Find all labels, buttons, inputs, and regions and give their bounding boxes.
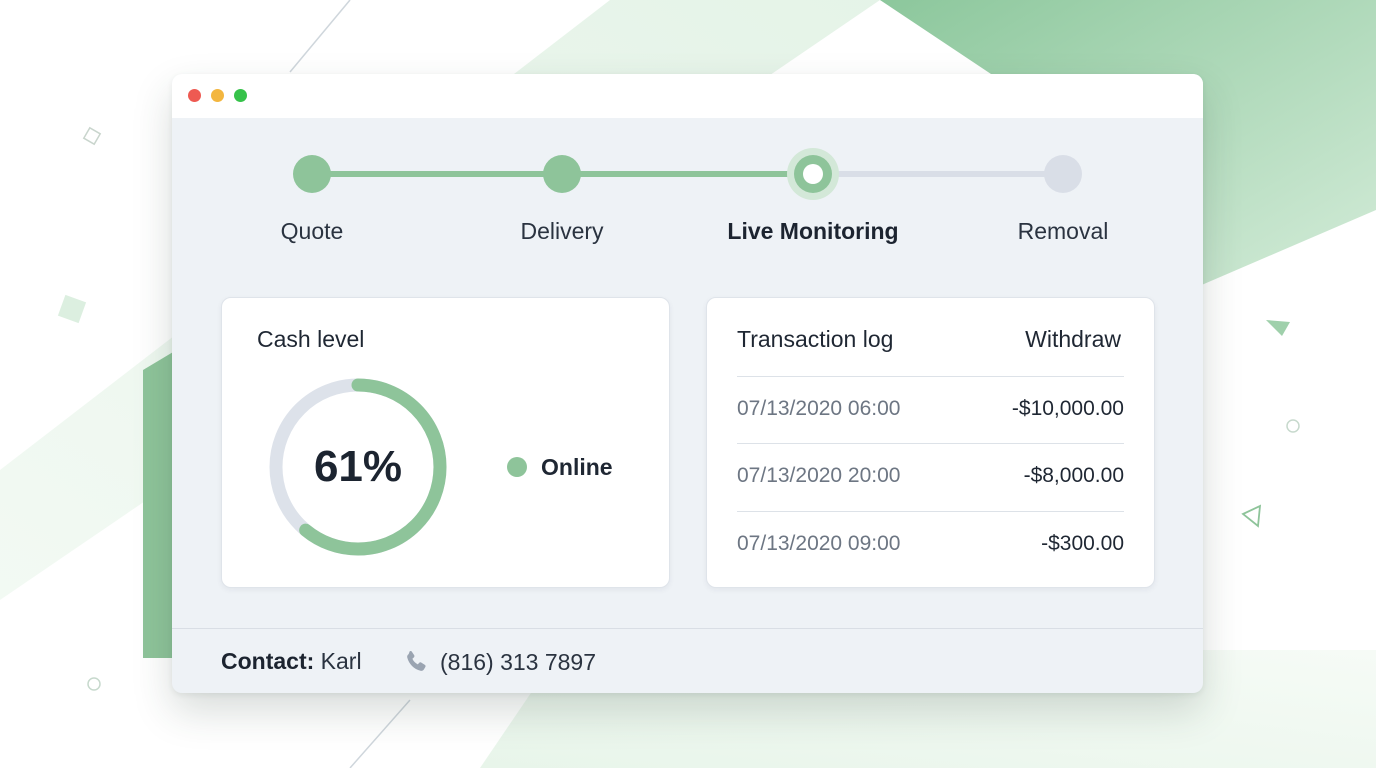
contact-label: Contact: [221, 648, 315, 674]
cash-level-gauge: 61% [266, 375, 450, 559]
cash-level-value: 61% [313, 442, 403, 491]
step-node-removal[interactable] [1044, 155, 1082, 193]
step-label-removal[interactable]: Removal [953, 218, 1173, 245]
transaction-time: 07/13/2020 20:00 [737, 464, 901, 487]
step-node-live-monitoring[interactable] [787, 148, 839, 200]
table-row: 07/13/2020 06:00 -$10,000.00 [737, 376, 1124, 444]
step-node-delivery[interactable] [543, 155, 581, 193]
status-dot-icon [507, 457, 527, 477]
transaction-amount: -$10,000.00 [1011, 397, 1124, 420]
phone-contact[interactable]: (816) 313 7897 [402, 648, 596, 676]
progress-stepper: Quote Delivery Live Monitoring Removal [172, 118, 1203, 278]
phone-icon [407, 650, 426, 671]
table-row: 07/13/2020 09:00 -$300.00 [737, 511, 1124, 579]
step-label-quote[interactable]: Quote [202, 218, 422, 245]
step-label-delivery[interactable]: Delivery [452, 218, 672, 245]
transaction-amount: -$8,000.00 [1023, 464, 1124, 487]
transaction-time: 07/13/2020 06:00 [737, 397, 901, 420]
app-window: Quote Delivery Live Monitoring Removal C… [172, 74, 1203, 693]
transaction-log-title: Transaction log [737, 326, 894, 352]
close-window-button[interactable] [188, 89, 201, 102]
title-bar [172, 74, 1203, 118]
status-label: Online [541, 453, 613, 480]
step-node-quote[interactable] [293, 155, 331, 193]
zoom-window-button[interactable] [234, 89, 247, 102]
transaction-time: 07/13/2020 09:00 [737, 532, 901, 555]
transaction-amount: -$300.00 [1041, 532, 1124, 555]
contact-name: Karl [320, 648, 362, 674]
withdraw-column-header: Withdraw [1025, 326, 1121, 352]
transaction-log-header: Transaction log Withdraw [737, 326, 1121, 358]
transaction-log-card: Transaction log Withdraw 07/13/2020 06:0… [706, 297, 1155, 588]
online-status: Online [507, 453, 613, 481]
contact-info: Contact: Karl [221, 648, 362, 675]
stepper-track-pending [812, 171, 1063, 177]
cash-level-title: Cash level [257, 326, 365, 352]
minimize-window-button[interactable] [211, 89, 224, 102]
phone-number[interactable]: (816) 313 7897 [440, 649, 596, 676]
table-row: 07/13/2020 20:00 -$8,000.00 [737, 443, 1124, 511]
cash-level-card: Cash level 61% Online [221, 297, 670, 588]
current-step-core [803, 164, 823, 184]
step-label-live-monitoring[interactable]: Live Monitoring [703, 218, 923, 245]
contact-footer: Contact: Karl (816) 313 7897 [172, 628, 1203, 693]
